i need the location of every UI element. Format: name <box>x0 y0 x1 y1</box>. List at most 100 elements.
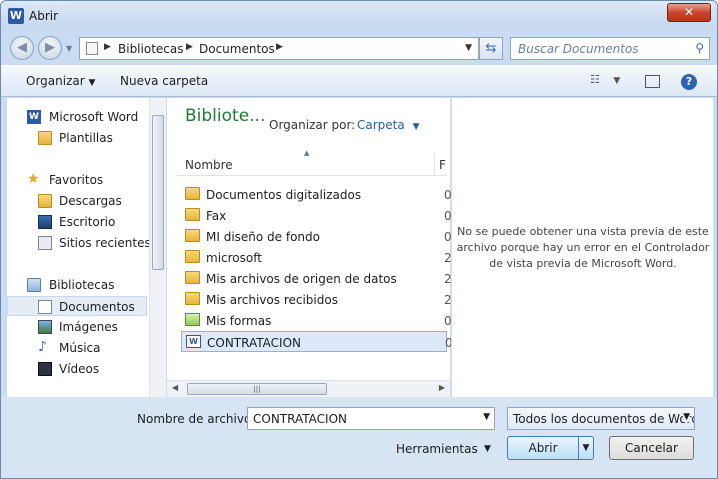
close-button[interactable]: ✕ <box>667 3 711 22</box>
folder-icon <box>185 292 200 305</box>
file-row[interactable]: Fax 0 <box>181 205 452 226</box>
search-placeholder: Buscar Documentos <box>518 42 639 56</box>
file-row[interactable]: Mis archivos de origen de datos 2 <box>181 268 452 289</box>
scroll-right-icon[interactable]: ▶ <box>439 383 445 392</box>
filename-input[interactable]: CONTRATACION ▼ <box>247 407 495 430</box>
preview-error-message: No se puede obtener una vista previa de … <box>456 225 710 270</box>
file-row[interactable]: Mis formas 0 <box>181 310 452 331</box>
file-name: Mis archivos de origen de datos <box>206 272 397 286</box>
preview-pane: No se puede obtener una vista previa de … <box>451 98 713 397</box>
sidebar-item-label: Música <box>59 341 101 355</box>
breadcrumb-separator-icon[interactable]: ▶ <box>104 42 111 52</box>
column-date-header[interactable]: F <box>439 158 446 172</box>
chevron-down-icon[interactable]: ▼ <box>484 444 491 454</box>
libraries-location-icon <box>86 42 98 55</box>
scroll-left-icon[interactable]: ◀ <box>172 383 178 392</box>
navigation-pane-scrollbar[interactable] <box>149 98 166 397</box>
word-document-icon: W <box>186 335 201 348</box>
command-toolbar: Organizar ▼ Nueva carpeta ☷ ▼ ? <box>1 65 717 97</box>
file-list-pane: Bibliote... Organizar por: Carpeta ▼ Nom… <box>167 98 453 397</box>
forward-button[interactable]: ▶ <box>38 36 62 60</box>
file-row[interactable]: Mis archivos recibidos 2 <box>181 289 452 310</box>
cancel-button[interactable]: Cancelar <box>609 436 694 460</box>
file-row[interactable]: MI diseño de fondo 0 <box>181 226 452 247</box>
documents-icon <box>38 300 52 314</box>
open-button[interactable]: Abrir ▼ <box>507 436 594 460</box>
filetype-value: Todos los documentos de Word <box>513 412 695 426</box>
back-button[interactable]: ◀ <box>10 36 34 60</box>
sidebar-item-descargas[interactable]: Descargas <box>7 191 147 211</box>
chevron-down-icon: ▼ <box>88 78 96 88</box>
arrange-by-label: Organizar por: <box>269 118 356 132</box>
breadcrumb-item-documentos[interactable]: Documentos <box>199 42 275 56</box>
column-name-header[interactable]: Nombre <box>185 158 233 172</box>
tools-button[interactable]: Herramientas <box>396 442 478 456</box>
recent-locations-dropdown-icon[interactable]: ▼ <box>66 44 72 53</box>
scrollbar-thumb[interactable]: ||| <box>187 383 327 395</box>
folder-icon <box>185 229 200 242</box>
sidebar-item-bibliotecas[interactable]: Bibliotecas <box>7 275 147 295</box>
column-header: Nombre ▲ F <box>177 149 447 176</box>
folder-icon <box>185 250 200 263</box>
file-name: Fax <box>206 209 227 223</box>
sidebar-item-videos[interactable]: Vídeos <box>7 359 147 379</box>
search-input[interactable]: Buscar Documentos ⚲ <box>510 37 710 60</box>
sidebar-item-musica[interactable]: ♪ Música <box>7 338 147 358</box>
address-bar[interactable]: ▶ Bibliotecas ▶ Documentos ▶ ▼ <box>79 37 479 60</box>
preview-pane-toggle-icon[interactable] <box>645 75 660 88</box>
file-row-selected[interactable]: W CONTRATACION 0 <box>181 331 453 352</box>
help-button[interactable]: ? <box>681 74 697 90</box>
sidebar-item-label: Microsoft Word <box>49 110 139 124</box>
breadcrumb-separator-icon[interactable]: ▶ <box>276 42 283 52</box>
open-options-dropdown-icon[interactable]: ▼ <box>578 437 593 459</box>
new-folder-button[interactable]: Nueva carpeta <box>120 74 208 88</box>
arrange-by-dropdown[interactable]: Carpeta ▼ <box>357 118 419 132</box>
arrange-by-value: Carpeta <box>357 118 405 132</box>
sidebar-item-label: Descargas <box>59 194 122 208</box>
sidebar-item-microsoft-word[interactable]: W Microsoft Word <box>7 107 147 127</box>
libraries-icon <box>27 278 41 292</box>
window-title: Abrir <box>29 9 59 23</box>
star-icon: ★ <box>27 171 40 187</box>
file-row[interactable]: microsoft 2 <box>181 247 452 268</box>
organize-button[interactable]: Organizar ▼ <box>26 74 95 88</box>
details-view-icon: ☷ <box>590 73 600 86</box>
open-dialog-window: W Abrir ✕ ◀ ▶ ▼ ▶ Bibliotecas ▶ Document… <box>0 0 718 479</box>
folder-icon <box>185 187 200 200</box>
sidebar-item-escritorio[interactable]: Escritorio <box>7 212 147 232</box>
word-app-icon: W <box>8 8 24 24</box>
chevron-down-icon: ▼ <box>683 412 690 422</box>
file-row[interactable]: Documentos digitalizados 0 <box>181 184 452 205</box>
sidebar-item-documentos[interactable]: Documentos <box>7 296 147 316</box>
chevron-down-icon[interactable]: ▼ <box>483 412 490 422</box>
breadcrumb-item-bibliotecas[interactable]: Bibliotecas <box>118 42 183 56</box>
search-icon[interactable]: ⚲ <box>695 41 704 55</box>
sidebar-item-sitios-recientes[interactable]: Sitios recientes <box>7 233 151 253</box>
downloads-icon <box>38 194 52 208</box>
filetype-select[interactable]: Todos los documentos de Word ▼ <box>507 407 695 430</box>
sidebar-item-label: Favoritos <box>49 173 104 187</box>
library-title: Bibliote... <box>185 106 266 126</box>
address-dropdown-icon[interactable]: ▼ <box>465 43 472 53</box>
file-name: microsoft <box>206 251 262 265</box>
sidebar-item-imagenes[interactable]: Imágenes <box>7 317 147 337</box>
file-name: Documentos digitalizados <box>206 188 362 202</box>
filename-label: Nombre de archivo: <box>137 412 256 426</box>
shapes-folder-icon <box>185 313 200 326</box>
change-view-button[interactable]: ☷ ▼ <box>590 73 630 91</box>
sidebar-item-label: Imágenes <box>59 320 118 334</box>
navigation-bar: ◀ ▶ ▼ ▶ Bibliotecas ▶ Documentos ▶ ▼ ⇆ B… <box>1 31 717 63</box>
organize-label: Organizar <box>26 74 85 88</box>
music-icon: ♪ <box>38 339 47 355</box>
sidebar-item-plantillas[interactable]: Plantillas <box>7 128 147 148</box>
refresh-button[interactable]: ⇆ <box>479 37 503 60</box>
sidebar-item-favoritos[interactable]: ★ Favoritos <box>7 170 147 190</box>
recent-places-icon <box>38 236 52 250</box>
breadcrumb-separator-icon[interactable]: ▶ <box>186 42 193 52</box>
sidebar-item-label: Escritorio <box>59 215 116 229</box>
filename-value: CONTRATACION <box>253 412 347 426</box>
horizontal-scrollbar[interactable]: ◀ ||| ▶ <box>167 380 450 397</box>
file-name: Mis archivos recibidos <box>206 293 338 307</box>
column-divider[interactable] <box>434 153 435 175</box>
scrollbar-thumb[interactable] <box>152 115 164 270</box>
